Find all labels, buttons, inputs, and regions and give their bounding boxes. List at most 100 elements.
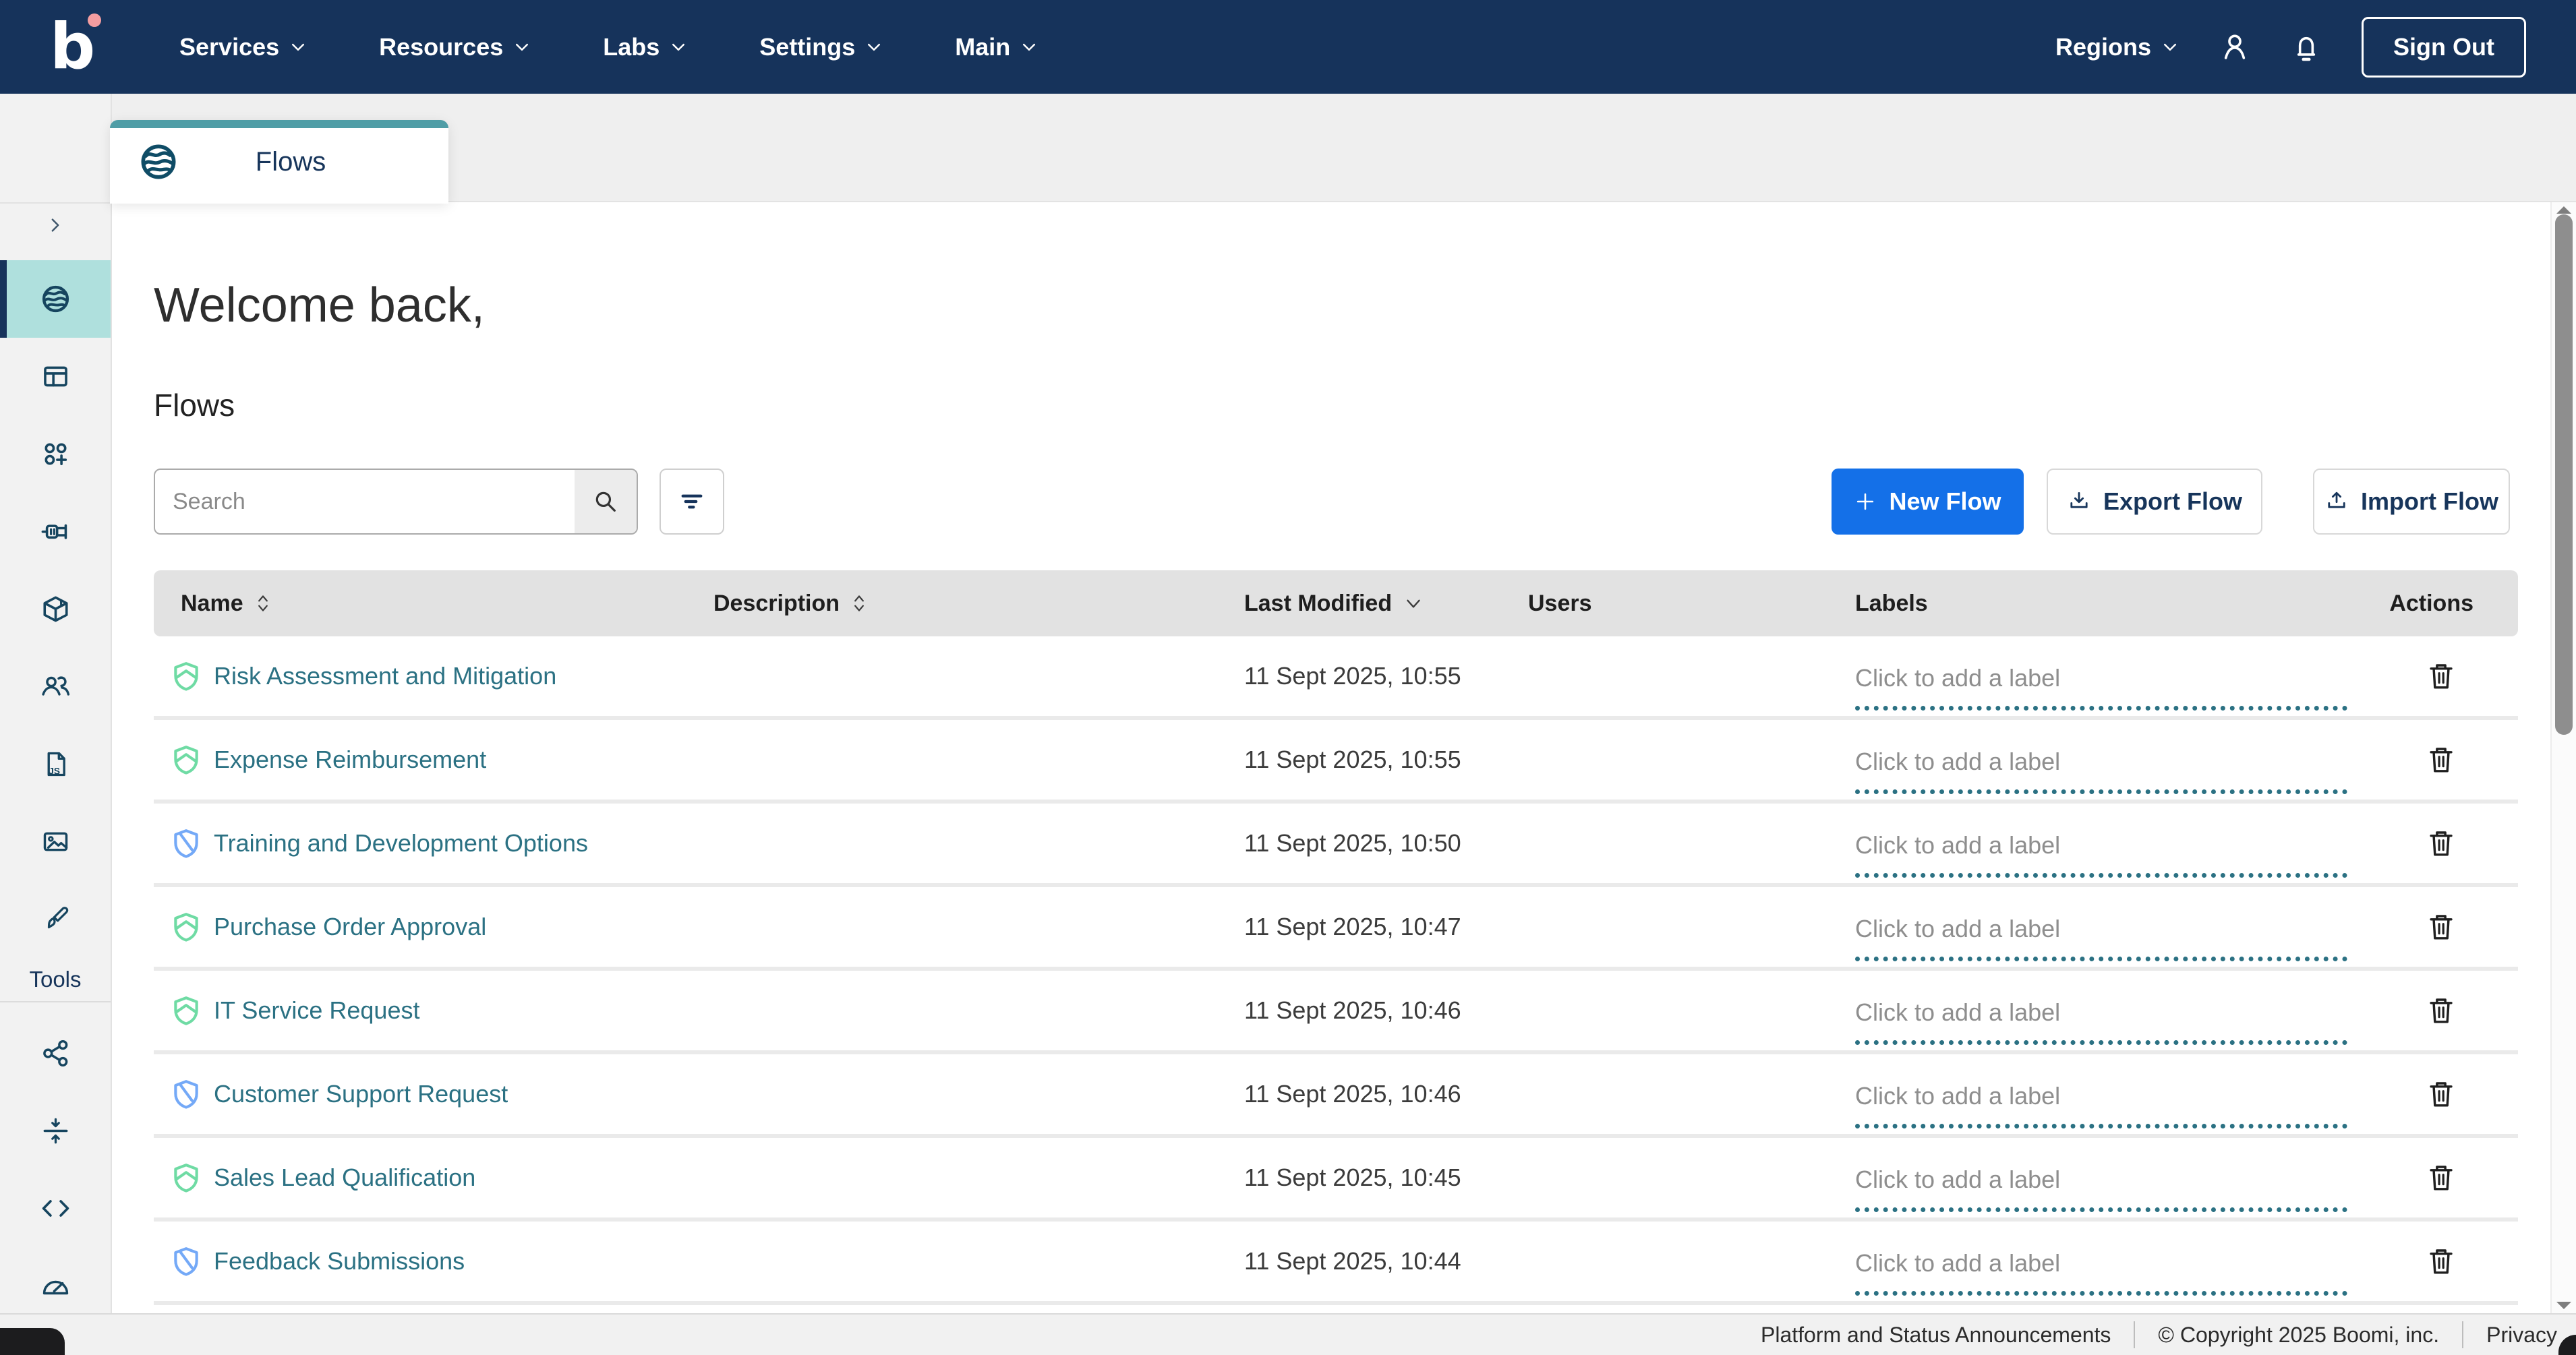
sidebar-item-components[interactable] bbox=[0, 415, 111, 493]
import-flow-button[interactable]: Import Flow bbox=[2313, 469, 2510, 535]
connector-icon bbox=[41, 517, 70, 546]
nav-menu-main[interactable]: Main bbox=[955, 33, 1038, 61]
last-modified-cell: 11 Sept 2025, 10:55 bbox=[1217, 746, 1501, 774]
add-label-field[interactable]: Click to add a label bbox=[1855, 831, 2347, 878]
delete-flow-button[interactable] bbox=[2425, 1162, 2457, 1194]
sidebar-item-import-export[interactable] bbox=[0, 1092, 111, 1170]
flow-name-link[interactable]: Feedback Submissions bbox=[214, 1247, 465, 1275]
flow-name-link[interactable]: Expense Reimbursement bbox=[214, 746, 486, 774]
bell-icon bbox=[2290, 31, 2322, 63]
add-label-field[interactable]: Click to add a label bbox=[1855, 1249, 2347, 1296]
add-label-field[interactable]: Click to add a label bbox=[1855, 1082, 2347, 1128]
nav-menu-settings[interactable]: Settings bbox=[759, 33, 883, 61]
flow-name-link[interactable]: Purchase Order Approval bbox=[214, 913, 486, 941]
labels-cell: Click to add a label bbox=[1828, 904, 2354, 951]
code-icon bbox=[41, 1194, 70, 1223]
nav-menu-label: Main bbox=[955, 33, 1010, 61]
column-header-description[interactable]: Description bbox=[686, 591, 1217, 617]
delete-flow-button[interactable] bbox=[2425, 1245, 2457, 1277]
sidebar-item-pages[interactable] bbox=[0, 338, 111, 415]
delete-flow-button[interactable] bbox=[2425, 660, 2457, 692]
trash-icon bbox=[2425, 744, 2457, 776]
footer-copyright: © Copyright 2025 Boomi, inc. bbox=[2158, 1323, 2439, 1348]
sidebar-item-themes[interactable] bbox=[0, 880, 111, 958]
add-label-field[interactable]: Click to add a label bbox=[1855, 1166, 2347, 1212]
layout-icon bbox=[41, 362, 70, 391]
boomi-logo[interactable]: b bbox=[50, 7, 108, 88]
footer-link-platform-and-status-announcements[interactable]: Platform and Status Announcements bbox=[1761, 1323, 2111, 1348]
delete-flow-button[interactable] bbox=[2425, 827, 2457, 860]
user-account-button[interactable] bbox=[2219, 31, 2251, 63]
last-modified-cell: 11 Sept 2025, 10:46 bbox=[1217, 1080, 1501, 1108]
nav-menu-labs[interactable]: Labs bbox=[603, 33, 688, 61]
labels-cell: Click to add a label bbox=[1828, 820, 2354, 867]
sidebar-item-flow-graph[interactable] bbox=[0, 1015, 111, 1092]
flow-icon bbox=[140, 143, 177, 181]
table-row: Purchase Order Approval11 Sept 2025, 10:… bbox=[154, 887, 2518, 971]
bottom-left-widget[interactable] bbox=[0, 1328, 65, 1355]
flow-name-link[interactable]: Customer Support Request bbox=[214, 1080, 508, 1108]
logo-dot bbox=[88, 13, 101, 27]
sidebar-item-packages[interactable] bbox=[0, 570, 111, 648]
flow-name-link[interactable]: IT Service Request bbox=[214, 996, 419, 1025]
actions-cell bbox=[2354, 911, 2518, 943]
trash-icon bbox=[2425, 994, 2457, 1027]
chevron-down-icon bbox=[289, 38, 308, 57]
flow-name-link[interactable]: Risk Assessment and Mitigation bbox=[214, 662, 556, 690]
last-modified-cell: 11 Sept 2025, 10:55 bbox=[1217, 662, 1501, 690]
export-flow-button[interactable]: Export Flow bbox=[2047, 469, 2262, 535]
column-header-actions[interactable]: Actions bbox=[2354, 591, 2518, 617]
name-cell: Expense Reimbursement bbox=[154, 744, 686, 775]
shield-slash-icon bbox=[171, 828, 202, 859]
column-header-users[interactable]: Users bbox=[1501, 591, 1828, 617]
add-label-field[interactable]: Click to add a label bbox=[1855, 998, 2347, 1045]
search-input[interactable] bbox=[155, 470, 575, 533]
tools-label: Tools bbox=[0, 958, 111, 1001]
chevron-down-icon bbox=[513, 38, 531, 57]
sidebar-item-assets[interactable] bbox=[0, 803, 111, 880]
delete-flow-button[interactable] bbox=[2425, 1078, 2457, 1110]
table-row: Sales Lead Qualification11 Sept 2025, 10… bbox=[154, 1138, 2518, 1222]
labels-cell: Click to add a label bbox=[1828, 1238, 2354, 1285]
sidebar-item-scripts[interactable]: JS bbox=[0, 725, 111, 803]
sidebar-expand-button[interactable] bbox=[0, 202, 111, 247]
nav-menu-regions[interactable]: Regions bbox=[2055, 33, 2179, 61]
shield-slash-icon bbox=[171, 1079, 202, 1110]
filter-button[interactable] bbox=[660, 469, 724, 535]
sidebar-item-users[interactable] bbox=[0, 648, 111, 725]
scrollbar-thumb[interactable] bbox=[2555, 214, 2573, 735]
welcome-heading: Welcome back, bbox=[154, 278, 485, 333]
delete-flow-button[interactable] bbox=[2425, 911, 2457, 943]
vertical-scrollbar[interactable] bbox=[2550, 202, 2576, 1313]
column-header-name[interactable]: Name bbox=[154, 591, 686, 617]
chevron-down-icon bbox=[1020, 38, 1038, 57]
trash-icon bbox=[2425, 827, 2457, 860]
footer-link-privacy[interactable]: Privacy bbox=[2486, 1323, 2557, 1348]
last-modified-cell: 11 Sept 2025, 10:50 bbox=[1217, 829, 1501, 857]
tab-flows[interactable]: Flows bbox=[110, 120, 448, 204]
flow-name-link[interactable]: Sales Lead Qualification bbox=[214, 1164, 475, 1192]
share-icon bbox=[41, 1039, 70, 1068]
delete-flow-button[interactable] bbox=[2425, 994, 2457, 1027]
add-label-field[interactable]: Click to add a label bbox=[1855, 915, 2347, 961]
sidebar-item-connectors[interactable] bbox=[0, 493, 111, 570]
trash-icon bbox=[2425, 1162, 2457, 1194]
scroll-down-arrow[interactable] bbox=[2556, 1302, 2571, 1309]
scroll-up-arrow[interactable] bbox=[2556, 206, 2571, 214]
column-header-labels[interactable]: Labels bbox=[1828, 591, 2354, 617]
sidebar-item-flows[interactable] bbox=[0, 260, 111, 338]
add-label-field[interactable]: Click to add a label bbox=[1855, 748, 2347, 794]
add-label-field[interactable]: Click to add a label bbox=[1855, 664, 2347, 711]
search-button[interactable] bbox=[575, 470, 637, 533]
column-header-last-modified[interactable]: Last Modified bbox=[1217, 591, 1501, 617]
flow-name-link[interactable]: Training and Development Options bbox=[214, 829, 588, 857]
nav-menu-resources[interactable]: Resources bbox=[379, 33, 531, 61]
new-flow-button[interactable]: New Flow bbox=[1832, 469, 2024, 535]
divider bbox=[2134, 1321, 2135, 1348]
column-label: Name bbox=[181, 591, 243, 617]
delete-flow-button[interactable] bbox=[2425, 744, 2457, 776]
nav-menu-services[interactable]: Services bbox=[179, 33, 308, 61]
sign-out-button[interactable]: Sign Out bbox=[2362, 17, 2526, 78]
notifications-button[interactable] bbox=[2290, 31, 2322, 63]
sidebar-item-code[interactable] bbox=[0, 1170, 111, 1247]
